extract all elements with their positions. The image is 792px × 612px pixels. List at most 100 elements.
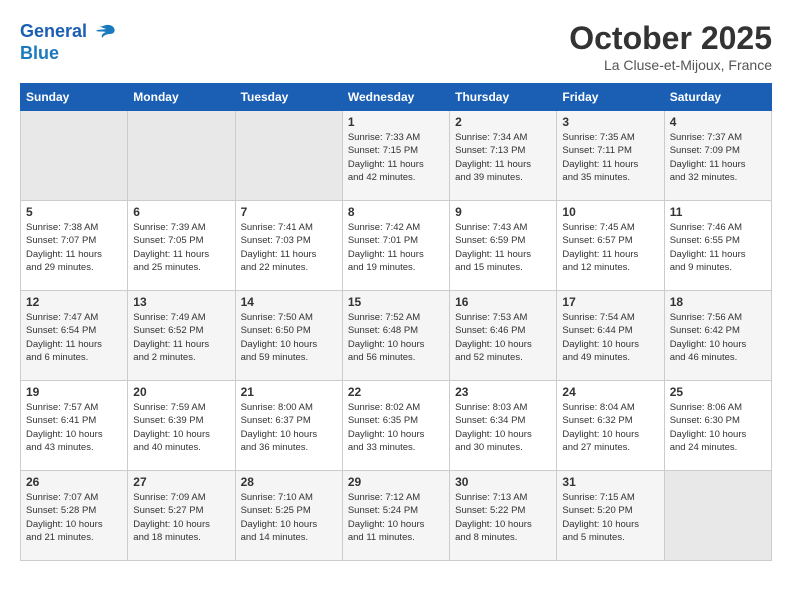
calendar-table: SundayMondayTuesdayWednesdayThursdayFrid… (20, 83, 772, 561)
day-cell: 28 Sunrise: 7:10 AM Sunset: 5:25 PM Dayli… (235, 471, 342, 561)
day-cell: 8Sunrise: 7:42 AM Sunset: 7:01 PM Daylig… (342, 201, 449, 291)
day-info: Sunrise: 7:57 AM Sunset: 6:41 PM Dayligh… (26, 401, 122, 454)
day-info: Sunrise: 7:53 AM Sunset: 6:46 PM Dayligh… (455, 311, 551, 364)
page-header: General Blue October 2025 La Cluse-et-Mi… (20, 20, 772, 73)
header-thursday: Thursday (450, 84, 557, 111)
day-number: 22 (348, 385, 444, 399)
day-cell: 6Sunrise: 7:39 AM Sunset: 7:05 PM Daylig… (128, 201, 235, 291)
day-cell: 27Sunrise: 7:09 AM Sunset: 5:27 PM Dayli… (128, 471, 235, 561)
day-info: Sunrise: 8:02 AM Sunset: 6:35 PM Dayligh… (348, 401, 444, 454)
day-info: Sunrise: 7:49 AM Sunset: 6:52 PM Dayligh… (133, 311, 229, 364)
day-info: Sunrise: 7:35 AM Sunset: 7:11 PM Dayligh… (562, 131, 658, 184)
day-info: Sunrise: 7:43 AM Sunset: 6:59 PM Dayligh… (455, 221, 551, 274)
day-number: 9 (455, 205, 551, 219)
day-number: 19 (26, 385, 122, 399)
day-info: Sunrise: 7:38 AM Sunset: 7:07 PM Dayligh… (26, 221, 122, 274)
day-number: 24 (562, 385, 658, 399)
day-cell (128, 111, 235, 201)
day-cell: 14 Sunrise: 7:50 AM Sunset: 6:50 PM Dayli… (235, 291, 342, 381)
day-number: 21 (241, 385, 337, 399)
day-cell: 30 Sunrise: 7:13 AM Sunset: 5:22 PM Dayli… (450, 471, 557, 561)
day-cell: 7 Sunrise: 7:41 AM Sunset: 7:03 PM Daylig… (235, 201, 342, 291)
day-info: Sunrise: 8:04 AM Sunset: 6:32 PM Dayligh… (562, 401, 658, 454)
week-row-1: 1 Sunrise: 7:33 AM Sunset: 7:15 PM Daylig… (21, 111, 772, 201)
day-cell: 26Sunrise: 7:07 AM Sunset: 5:28 PM Dayli… (21, 471, 128, 561)
day-info: Sunrise: 7:33 AM Sunset: 7:15 PM Dayligh… (348, 131, 444, 184)
day-cell: 23 Sunrise: 8:03 AM Sunset: 6:34 PM Dayli… (450, 381, 557, 471)
day-cell: 22 Sunrise: 8:02 AM Sunset: 6:35 PM Dayli… (342, 381, 449, 471)
week-row-2: 5 Sunrise: 7:38 AM Sunset: 7:07 PM Daylig… (21, 201, 772, 291)
day-number: 11 (670, 205, 766, 219)
day-number: 25 (670, 385, 766, 399)
header-tuesday: Tuesday (235, 84, 342, 111)
day-info: Sunrise: 7:13 AM Sunset: 5:22 PM Dayligh… (455, 491, 551, 544)
day-cell: 31 Sunrise: 7:15 AM Sunset: 5:20 PM Dayli… (557, 471, 664, 561)
day-info: Sunrise: 7:59 AM Sunset: 6:39 PM Dayligh… (133, 401, 229, 454)
day-info: Sunrise: 8:06 AM Sunset: 6:30 PM Dayligh… (670, 401, 766, 454)
day-cell: 29 Sunrise: 7:12 AM Sunset: 5:24 PM Dayli… (342, 471, 449, 561)
month-title: October 2025 (569, 20, 772, 57)
day-number: 27 (133, 475, 229, 489)
week-row-4: 19 Sunrise: 7:57 AM Sunset: 6:41 PM Dayli… (21, 381, 772, 471)
day-number: 2 (455, 115, 551, 129)
day-number: 4 (670, 115, 766, 129)
day-info: Sunrise: 8:03 AM Sunset: 6:34 PM Dayligh… (455, 401, 551, 454)
day-number: 7 (241, 205, 337, 219)
day-info: Sunrise: 7:07 AM Sunset: 5:28 PM Dayligh… (26, 491, 122, 544)
day-info: Sunrise: 7:41 AM Sunset: 7:03 PM Dayligh… (241, 221, 337, 274)
day-info: Sunrise: 7:15 AM Sunset: 5:20 PM Dayligh… (562, 491, 658, 544)
day-info: Sunrise: 7:56 AM Sunset: 6:42 PM Dayligh… (670, 311, 766, 364)
day-cell: 12Sunrise: 7:47 AM Sunset: 6:54 PM Dayli… (21, 291, 128, 381)
day-info: Sunrise: 7:50 AM Sunset: 6:50 PM Dayligh… (241, 311, 337, 364)
day-cell (235, 111, 342, 201)
day-number: 28 (241, 475, 337, 489)
header-monday: Monday (128, 84, 235, 111)
day-cell: 15Sunrise: 7:52 AM Sunset: 6:48 PM Dayli… (342, 291, 449, 381)
header-wednesday: Wednesday (342, 84, 449, 111)
day-number: 29 (348, 475, 444, 489)
header-saturday: Saturday (664, 84, 771, 111)
day-number: 12 (26, 295, 122, 309)
day-number: 30 (455, 475, 551, 489)
day-number: 31 (562, 475, 658, 489)
day-cell: 1 Sunrise: 7:33 AM Sunset: 7:15 PM Daylig… (342, 111, 449, 201)
location: La Cluse-et-Mijoux, France (569, 57, 772, 73)
day-info: Sunrise: 7:39 AM Sunset: 7:05 PM Dayligh… (133, 221, 229, 274)
day-info: Sunrise: 7:34 AM Sunset: 7:13 PM Dayligh… (455, 131, 551, 184)
day-cell: 24 Sunrise: 8:04 AM Sunset: 6:32 PM Dayli… (557, 381, 664, 471)
day-cell: 16 Sunrise: 7:53 AM Sunset: 6:46 PM Dayli… (450, 291, 557, 381)
day-cell: 19 Sunrise: 7:57 AM Sunset: 6:41 PM Dayli… (21, 381, 128, 471)
day-number: 3 (562, 115, 658, 129)
day-info: Sunrise: 7:42 AM Sunset: 7:01 PM Dayligh… (348, 221, 444, 274)
day-cell (664, 471, 771, 561)
logo-general: General (20, 21, 87, 41)
day-number: 23 (455, 385, 551, 399)
day-cell: 18 Sunrise: 7:56 AM Sunset: 6:42 PM Dayli… (664, 291, 771, 381)
day-cell: 21 Sunrise: 8:00 AM Sunset: 6:37 PM Dayli… (235, 381, 342, 471)
day-info: Sunrise: 7:46 AM Sunset: 6:55 PM Dayligh… (670, 221, 766, 274)
day-number: 20 (133, 385, 229, 399)
day-cell: 25 Sunrise: 8:06 AM Sunset: 6:30 PM Dayli… (664, 381, 771, 471)
day-number: 18 (670, 295, 766, 309)
day-info: Sunrise: 7:37 AM Sunset: 7:09 PM Dayligh… (670, 131, 766, 184)
header-friday: Friday (557, 84, 664, 111)
day-cell: 20 Sunrise: 7:59 AM Sunset: 6:39 PM Dayli… (128, 381, 235, 471)
day-number: 5 (26, 205, 122, 219)
day-info: Sunrise: 8:00 AM Sunset: 6:37 PM Dayligh… (241, 401, 337, 454)
header-sunday: Sunday (21, 84, 128, 111)
day-info: Sunrise: 7:54 AM Sunset: 6:44 PM Dayligh… (562, 311, 658, 364)
day-info: Sunrise: 7:12 AM Sunset: 5:24 PM Dayligh… (348, 491, 444, 544)
day-cell: 3 Sunrise: 7:35 AM Sunset: 7:11 PM Daylig… (557, 111, 664, 201)
week-row-5: 26Sunrise: 7:07 AM Sunset: 5:28 PM Dayli… (21, 471, 772, 561)
day-number: 1 (348, 115, 444, 129)
week-row-3: 12Sunrise: 7:47 AM Sunset: 6:54 PM Dayli… (21, 291, 772, 381)
logo: General Blue (20, 20, 118, 64)
day-info: Sunrise: 7:10 AM Sunset: 5:25 PM Dayligh… (241, 491, 337, 544)
day-cell: 5 Sunrise: 7:38 AM Sunset: 7:07 PM Daylig… (21, 201, 128, 291)
day-cell: 11 Sunrise: 7:46 AM Sunset: 6:55 PM Dayli… (664, 201, 771, 291)
day-number: 16 (455, 295, 551, 309)
day-cell: 10Sunrise: 7:45 AM Sunset: 6:57 PM Dayli… (557, 201, 664, 291)
day-number: 14 (241, 295, 337, 309)
day-cell: 2 Sunrise: 7:34 AM Sunset: 7:13 PM Daylig… (450, 111, 557, 201)
calendar-body: 1 Sunrise: 7:33 AM Sunset: 7:15 PM Daylig… (21, 111, 772, 561)
